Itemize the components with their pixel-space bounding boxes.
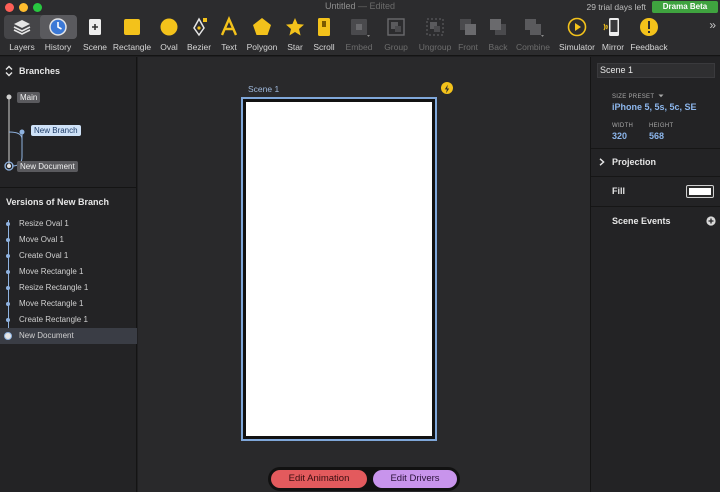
new-scene-icon — [89, 19, 101, 35]
versions-title: Versions of New Branch — [6, 197, 110, 207]
play-icon — [567, 17, 587, 37]
exclamation-icon — [640, 18, 658, 36]
simulator-button[interactable]: Simulator — [559, 14, 595, 54]
version-dot — [6, 302, 10, 306]
size-preset-dropdown[interactable]: SIZE PRESET — [612, 94, 664, 100]
version-dot — [6, 270, 10, 274]
rectangle-button[interactable]: Rectangle — [113, 14, 151, 54]
edit-animation-button[interactable]: Edit Animation — [271, 470, 367, 488]
fill-color-white — [689, 188, 711, 195]
clock-icon — [49, 18, 67, 36]
version-dot — [6, 318, 10, 322]
divider — [591, 176, 720, 177]
toolbar-overflow-button[interactable]: » — [709, 18, 716, 32]
mode-switcher: Edit Animation Edit Drivers — [268, 467, 460, 491]
height-label: HEIGHT — [649, 123, 674, 129]
width-label: WIDTH — [612, 123, 634, 129]
version-label: Resize Oval 1 — [19, 219, 69, 228]
chevron-down-icon — [658, 94, 664, 98]
version-item[interactable]: Create Rectangle 1 — [0, 312, 137, 328]
version-label: Move Rectangle 1 — [19, 267, 84, 276]
branches-title: Branches — [19, 66, 61, 76]
canvas-area[interactable]: Scene 1 Edit Animation Edit Drivers — [138, 57, 590, 492]
version-item[interactable]: Move Rectangle 1 — [0, 264, 137, 280]
combine-icon — [525, 19, 544, 37]
version-item-current[interactable]: New Document — [0, 328, 137, 344]
toolbar: Untitled — Edited 29 trial days left Dra… — [0, 0, 720, 56]
bolt-icon[interactable] — [441, 82, 453, 94]
version-label: Create Oval 1 — [19, 251, 69, 260]
group-icon — [387, 18, 405, 36]
height-value[interactable]: 568 — [649, 131, 664, 141]
combine-button[interactable]: Combine — [516, 14, 550, 54]
version-item[interactable]: Create Oval 1 — [0, 248, 137, 264]
edited-status: — Edited — [355, 1, 396, 11]
version-item[interactable]: Move Oval 1 — [0, 232, 137, 248]
document-name: Untitled — [324, 1, 356, 11]
phone-mirror-icon — [603, 18, 619, 36]
star-icon — [286, 18, 304, 36]
size-preset-value[interactable]: iPhone 5, 5s, 5c, SE — [612, 102, 697, 112]
scene-frame[interactable] — [241, 97, 437, 441]
current-version-dot — [4, 332, 12, 340]
feedback-button[interactable]: Feedback — [630, 14, 668, 54]
app-window: Untitled — Edited 29 trial days left Dra… — [0, 0, 720, 492]
width-value[interactable]: 320 — [612, 131, 627, 141]
scene-name-field[interactable]: Scene 1 — [597, 63, 715, 78]
scene-artboard[interactable] — [246, 102, 432, 436]
branch-main[interactable]: Main — [17, 92, 41, 103]
scene-events-label: Scene Events — [612, 216, 671, 226]
version-label: Move Rectangle 1 — [19, 299, 84, 308]
fill-color-swatch[interactable] — [686, 185, 714, 198]
embed-button[interactable]: Embed — [345, 14, 373, 54]
add-event-icon[interactable] — [706, 216, 716, 226]
rectangle-icon — [124, 19, 140, 35]
scene-title[interactable]: Scene 1 — [248, 84, 279, 94]
pen-icon — [193, 17, 207, 37]
version-item[interactable]: Resize Oval 1 — [0, 216, 137, 232]
version-dot — [6, 238, 10, 242]
version-item[interactable]: Move Rectangle 1 — [0, 296, 137, 312]
polygon-icon — [253, 18, 271, 35]
layers-icon — [13, 20, 31, 35]
mirror-button[interactable]: Mirror — [601, 14, 625, 54]
version-label: New Document — [19, 331, 74, 340]
fill-label: Fill — [612, 186, 625, 196]
ungroup-icon — [426, 18, 444, 36]
scene-button[interactable]: Scene — [82, 14, 108, 54]
history-button[interactable]: History — [42, 14, 74, 54]
version-label: Move Oval 1 — [19, 235, 64, 244]
version-dot — [6, 222, 10, 226]
combine-label: Combine — [515, 42, 551, 52]
oval-icon — [160, 18, 178, 36]
drama-beta-badge[interactable]: Drama Beta — [652, 1, 718, 13]
bring-front-icon — [460, 19, 476, 35]
branches-panel: Branches Main New Branch New Document Ve… — [0, 57, 137, 492]
version-dot — [6, 286, 10, 290]
version-dot — [6, 254, 10, 258]
back-button[interactable]: Back — [486, 14, 510, 54]
text-icon — [220, 16, 238, 36]
embed-icon — [351, 19, 370, 37]
projection-section[interactable]: Projection — [612, 157, 656, 167]
scroll-button[interactable]: Scroll — [312, 14, 336, 54]
chevron-updown-icon[interactable] — [5, 65, 13, 77]
inspector-panel: Scene 1 SIZE PRESET iPhone 5, 5s, 5c, SE… — [590, 57, 720, 492]
trial-days-text: 29 trial days left — [586, 2, 646, 12]
feedback-label: Feedback — [630, 42, 668, 52]
branch-new-document[interactable]: New Document — [17, 161, 78, 172]
chevron-right-icon[interactable] — [599, 158, 605, 166]
size-preset-label: SIZE PRESET — [612, 94, 655, 100]
edit-drivers-button[interactable]: Edit Drivers — [373, 470, 457, 488]
send-back-icon — [490, 19, 506, 35]
divider — [591, 206, 720, 207]
panel-divider — [0, 187, 137, 188]
version-item[interactable]: Resize Rectangle 1 — [0, 280, 137, 296]
version-label: Resize Rectangle 1 — [19, 283, 89, 292]
divider — [591, 148, 720, 149]
branch-new-branch[interactable]: New Branch — [31, 125, 81, 136]
group-button[interactable]: Group — [383, 14, 409, 54]
scroll-icon — [318, 18, 330, 36]
version-label: Create Rectangle 1 — [19, 315, 88, 324]
